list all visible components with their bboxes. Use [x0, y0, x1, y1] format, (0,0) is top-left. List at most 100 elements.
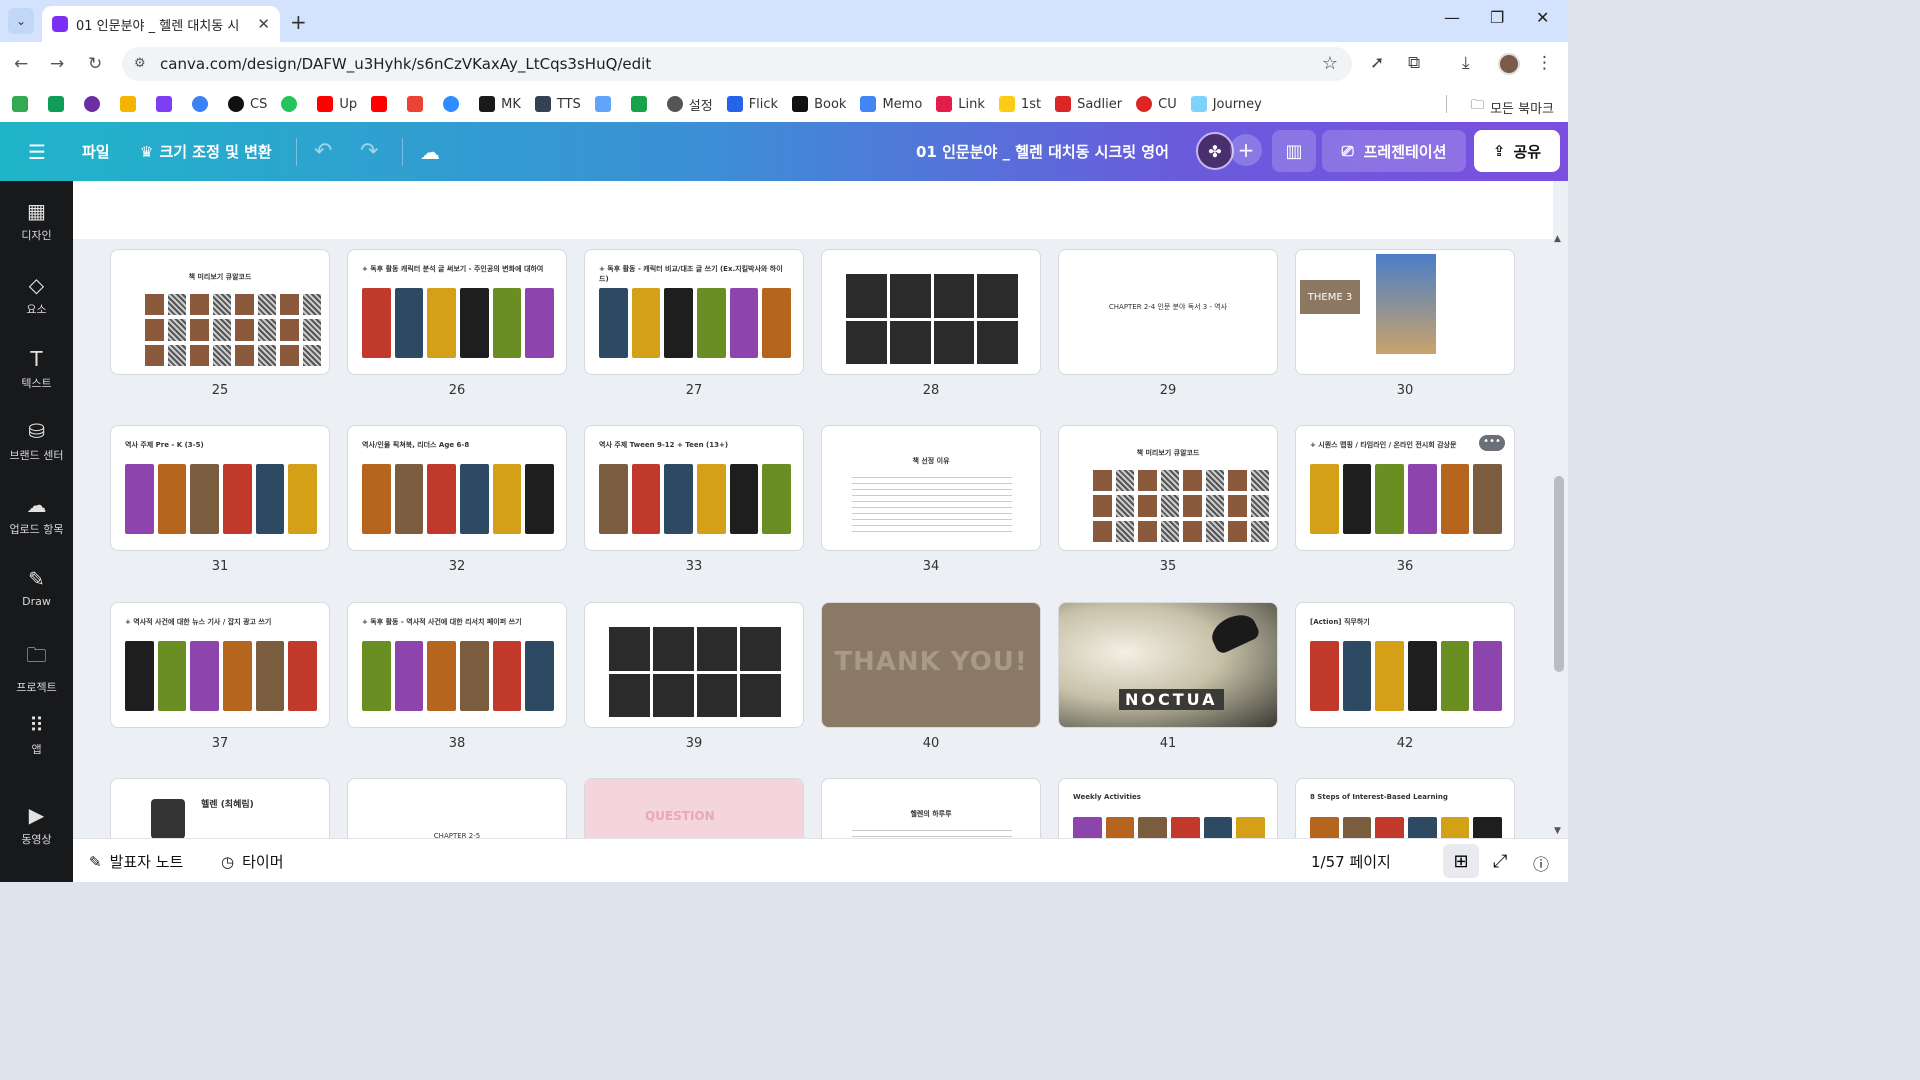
maximize-button[interactable]: ❐	[1490, 8, 1504, 27]
bookmark-youtube[interactable]	[371, 96, 393, 112]
analytics-button[interactable]: ▥	[1272, 130, 1316, 172]
page-thumbnail[interactable]: CHAPTER 2-5	[347, 778, 567, 838]
bookmark-memo[interactable]: Memo	[860, 96, 922, 112]
page-thumbnail[interactable]: 책 미리보기 큐알코드	[110, 249, 330, 375]
page-thumbnail[interactable]: 책 선정 이유	[821, 425, 1041, 551]
new-tab-button[interactable]: +	[290, 10, 307, 34]
bookmark-settings[interactable]: 설정	[666, 95, 713, 114]
close-window-button[interactable]: ✕	[1536, 8, 1549, 27]
page-thumbnail[interactable]: CHAPTER 2-4 인문 분야 독서 3 - 역사	[1058, 249, 1278, 375]
rail-item-brand[interactable]: ⛁ 브랜드 센터	[0, 419, 73, 463]
site-settings-icon[interactable]: ⚙	[134, 56, 146, 71]
add-collaborator-button[interactable]: +	[1230, 134, 1262, 166]
bookmark-1st[interactable]: 1st	[998, 96, 1041, 112]
bookmark-classroom[interactable]	[120, 96, 142, 112]
rail-item-video[interactable]: ▶ 동영상	[0, 803, 73, 847]
bookmark-up[interactable]: Up	[317, 96, 357, 112]
undo-icon[interactable]: ↶	[314, 122, 332, 181]
rail-item-text[interactable]: T 텍스트	[0, 347, 73, 391]
bookmark-book[interactable]: Book	[792, 96, 846, 112]
page-thumbnail[interactable]: QUESTION	[584, 778, 804, 838]
bookmark-journey[interactable]: Journey	[1190, 96, 1262, 112]
bookmark-cu[interactable]: CU	[1136, 96, 1177, 112]
bookmark-star-icon[interactable]: ☆	[1322, 53, 1338, 74]
minimize-button[interactable]: —	[1444, 8, 1460, 27]
send-icon[interactable]: ➚	[1370, 53, 1384, 73]
page-thumbnail[interactable]: Weekly Activities	[1058, 778, 1278, 838]
page-thumbnail[interactable]: + 독후 활동 - 캐릭터 비교/대조 글 쓰기 (Ex.지킬박사와 하이드)	[584, 249, 804, 375]
bookmark-podcast[interactable]	[84, 96, 106, 112]
bookmark-zoom[interactable]	[443, 96, 465, 112]
page-thumbnail[interactable]	[821, 249, 1041, 375]
page-thumbnail[interactable]: THEME 3	[1295, 249, 1515, 375]
page-thumbnail[interactable]: + 독후 활동 - 역사적 사건에 대한 리서치 페이퍼 쓰기	[347, 602, 567, 728]
hamburger-menu-icon[interactable]: ☰	[28, 122, 46, 181]
share-button[interactable]: ⇪ 공유	[1474, 130, 1560, 172]
scroll-up-icon[interactable]: ▲	[1554, 234, 1561, 244]
close-tab-icon[interactable]: ✕	[257, 15, 270, 33]
notes-button[interactable]: ✎ 발표자 노트	[89, 851, 183, 872]
rail-item-projects[interactable]: 🗀 프로젝트	[0, 641, 73, 695]
extensions-icon[interactable]: ⧉	[1408, 53, 1420, 73]
scrollbar-thumb[interactable]	[1554, 476, 1564, 672]
browser-tab[interactable]: 01 인문분야 _ 헬렌 대치동 시 ✕	[42, 6, 280, 42]
forward-button[interactable]: →	[50, 54, 64, 74]
rail-item-draw[interactable]: ✎ Draw	[0, 567, 73, 608]
page-thumbnail[interactable]: [Action] 직무하기	[1295, 602, 1515, 728]
page-thumbnail[interactable]: 역사 주제 Tween 9-12 + Teen (13+)	[584, 425, 804, 551]
back-button[interactable]: ←	[14, 54, 28, 74]
bookmark-mk[interactable]: MK	[479, 96, 521, 112]
bookmark-flick[interactable]: Flick	[726, 96, 778, 112]
grid-view-button[interactable]: ⊞	[1443, 844, 1479, 878]
bookmark-c[interactable]	[192, 96, 214, 112]
page-thumbnail[interactable]: + 독후 활동 캐릭터 분석 글 써보기 - 주인공의 변화에 대하여	[347, 249, 567, 375]
file-menu[interactable]: 파일	[82, 122, 110, 181]
bookmark-green[interactable]	[281, 96, 303, 112]
rail-item-design[interactable]: ▦ 디자인	[0, 199, 73, 243]
all-bookmarks-folder[interactable]: 🗀 모든 북마크	[1471, 96, 1554, 118]
rail-item-elements[interactable]: ◇ 요소	[0, 273, 73, 317]
reload-button[interactable]: ↻	[88, 54, 102, 74]
bookmark-app[interactable]	[156, 96, 178, 112]
download-icon[interactable]: ⤓	[1462, 53, 1470, 73]
bookmark-cloud[interactable]	[594, 96, 617, 112]
bookmark-sadlier[interactable]: Sadlier	[1055, 96, 1122, 112]
page-thumbnail[interactable]	[584, 602, 804, 728]
cloud-saved-icon[interactable]: ☁	[420, 122, 440, 181]
page-thumbnail[interactable]: 헬렌의 하루루	[821, 778, 1041, 838]
grid-scrollbar[interactable]: ▲ ▼	[1552, 232, 1566, 838]
page-thumbnail[interactable]: + 역사적 사건에 대한 뉴스 기사 / 잡지 광고 쓰기	[110, 602, 330, 728]
rail-item-uploads[interactable]: ☁ 업로드 항목	[0, 493, 73, 537]
page-indicator[interactable]: 1/57 페이지	[1311, 851, 1391, 872]
rail-item-apps[interactable]: ⠿ 앱	[0, 713, 73, 757]
page-thumbnail[interactable]: NOCTUA	[1058, 602, 1278, 728]
redo-icon[interactable]: ↷	[360, 122, 378, 181]
page-thumbnail[interactable]: 역사 주제 Pre - K (3-5)	[110, 425, 330, 551]
menu-icon[interactable]: ⋮	[1536, 53, 1553, 73]
page-thumbnail[interactable]: 8 Steps of Interest-Based Learning	[1295, 778, 1515, 838]
timer-button[interactable]: ◷ 타이머	[221, 851, 284, 872]
profile-avatar[interactable]	[1498, 53, 1520, 75]
bookmark-chat[interactable]	[48, 96, 70, 112]
document-title[interactable]: 01 인문분야 _ 헬렌 대치동 시크릿 영어	[916, 122, 1169, 181]
page-thumbnail[interactable]: 헬렌 (최혜림)	[110, 778, 330, 838]
page-options-button[interactable]: •••	[1479, 435, 1505, 451]
scroll-down-icon[interactable]: ▼	[1554, 826, 1561, 836]
bookmark-arrows[interactable]	[630, 96, 653, 112]
bookmark-drive[interactable]	[12, 96, 34, 112]
tab-search-button[interactable]: ⌄	[8, 8, 34, 34]
page-thumbnail[interactable]: 책 미리보기 큐알코드	[1058, 425, 1278, 551]
page-thumbnail[interactable]: 역사/인물 픽쳐북, 리더스 Age 6-8	[347, 425, 567, 551]
page-heading: 책 미리보기 큐알코드	[1136, 449, 1200, 457]
bookmark-gmail[interactable]	[407, 96, 429, 112]
resize-menu[interactable]: ♛ 크기 조정 및 변환	[140, 122, 272, 181]
bookmark-tts[interactable]: TTS	[534, 96, 581, 112]
fullscreen-icon[interactable]: ⤢	[1493, 851, 1507, 872]
bookmark-link[interactable]: Link	[936, 96, 985, 112]
team-avatar[interactable]: ✤	[1196, 132, 1234, 170]
help-icon[interactable]: ⓘ	[1533, 851, 1549, 875]
present-button[interactable]: ⎚ 프레젠테이션	[1322, 130, 1466, 172]
page-thumbnail[interactable]: THANK YOU!	[821, 602, 1041, 728]
url-bar[interactable]: ⚙ canva.com/design/DAFW_u3Hyhk/s6nCzVKax…	[122, 47, 1352, 81]
bookmark-cs[interactable]: CS	[228, 96, 267, 112]
